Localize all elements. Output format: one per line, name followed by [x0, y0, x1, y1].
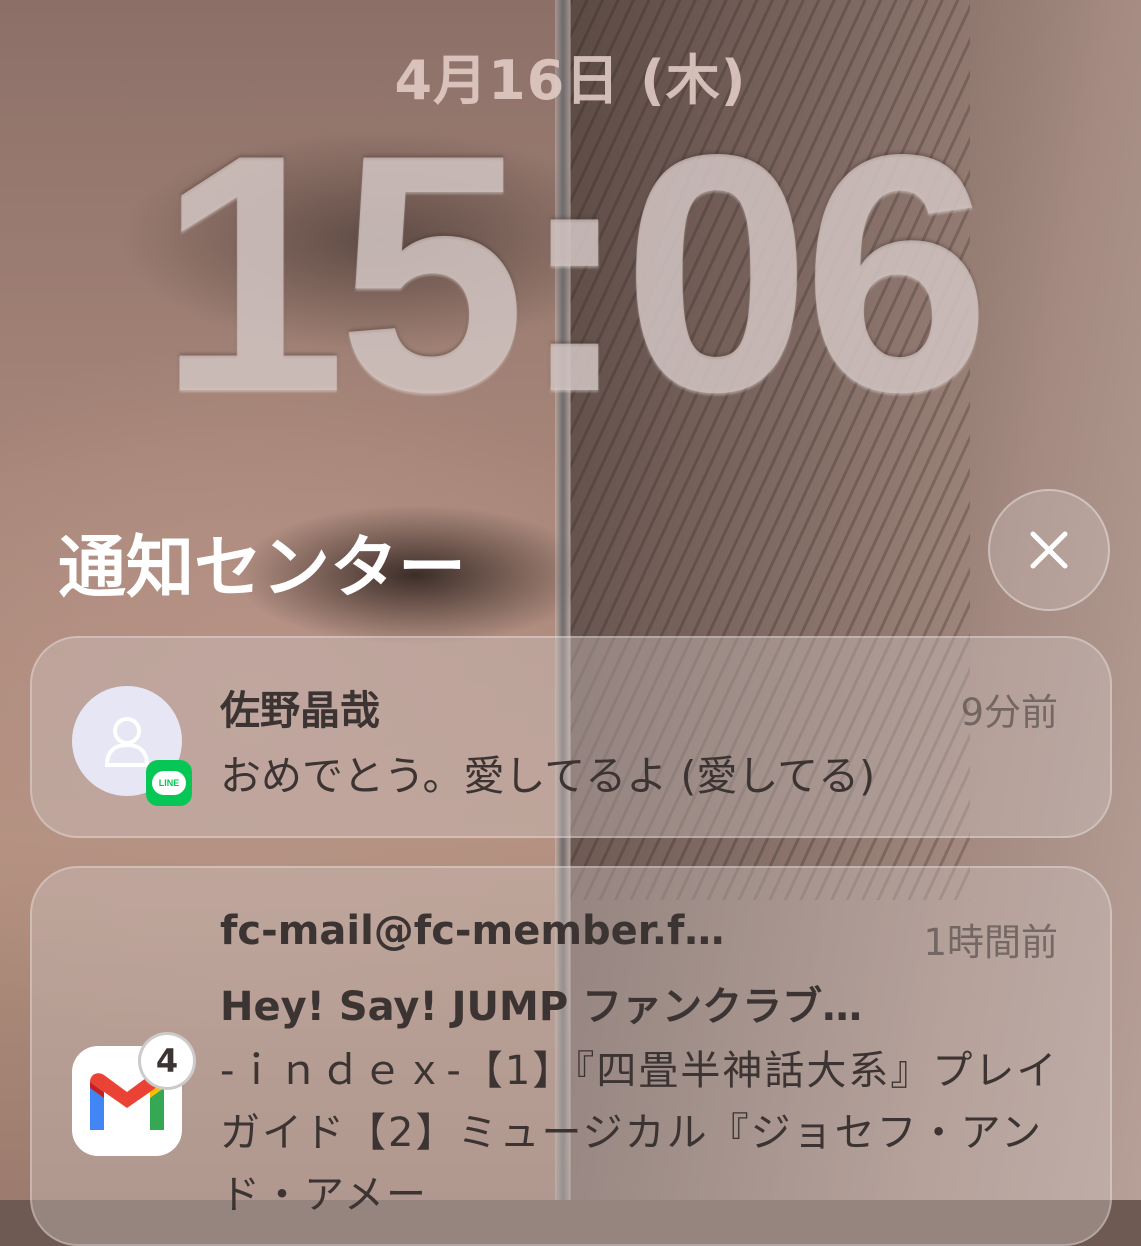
- person-placeholder-icon: [104, 717, 150, 767]
- notification-timestamp: 9分前: [960, 691, 1058, 734]
- notification-body: -ｉｎｄｅｘ-【1】『四畳半神話大系』プレイガイド【2】ミュージカル『ジョセフ・…: [220, 1048, 1059, 1218]
- notification-subject: Hey! Say! JUMP ファンクラブ…: [220, 984, 863, 1030]
- line-app-label: LINE: [152, 771, 186, 795]
- notification-message: おめでとう。愛してるよ (愛してる): [220, 752, 876, 800]
- notification-line[interactable]: LINE 佐野晶哉 9分前 おめでとう。愛してるよ (愛してる): [30, 636, 1112, 838]
- notification-timestamp: 1時間前: [923, 921, 1058, 964]
- notification-sender: fc-mail@fc-member.f…: [220, 908, 725, 954]
- notification-center-title: 通知センター: [58, 529, 467, 608]
- unread-count-badge: 4: [138, 1032, 196, 1090]
- lock-screen-clock: 15:06: [158, 84, 990, 462]
- close-x-icon: [1030, 531, 1068, 569]
- notification-sender: 佐野晶哉: [220, 688, 380, 734]
- notification-gmail[interactable]: fc-mail@fc-member.f… 1時間前 Hey! Say! JUMP…: [30, 866, 1112, 1246]
- clear-notifications-button[interactable]: [988, 489, 1110, 611]
- line-app-icon: LINE: [146, 760, 192, 806]
